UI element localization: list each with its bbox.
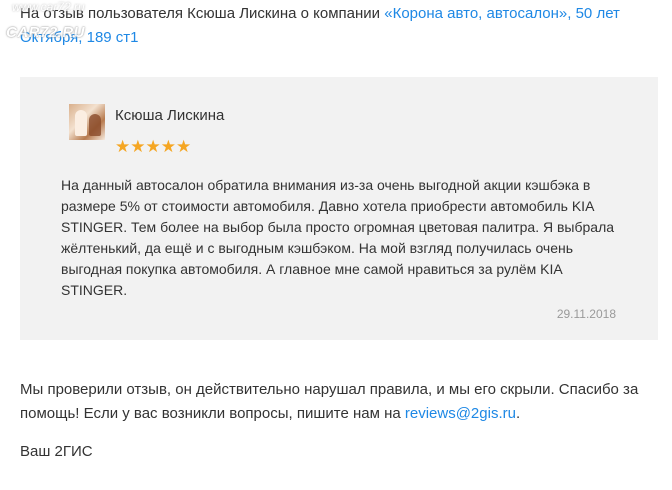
review-date: 29.11.2018 <box>556 307 616 321</box>
review-card: Ксюша Лискина ★★★★★ На данный автосалон … <box>20 77 658 340</box>
moderation-answer: Мы проверили отзыв, он действительно нар… <box>20 378 660 426</box>
support-email-link[interactable]: reviews@2gis.ru <box>405 405 516 422</box>
answer-text: Мы проверили отзыв, он действительно нар… <box>20 381 639 422</box>
intro-text: На отзыв пользователя Ксюша Лискина о ко… <box>20 2 650 50</box>
review-author: Ксюша Лискина <box>115 107 225 124</box>
review-text: На данный автосалон обратила внимания из… <box>61 177 615 298</box>
watermark-url: www.car72.ru <box>12 0 85 14</box>
answer-suffix: . <box>515 405 521 422</box>
signature: Ваш 2ГИС <box>20 443 93 460</box>
rating-stars-icon: ★★★★★ <box>115 137 192 156</box>
avatar <box>69 104 105 140</box>
watermark-logo: CAR72.RU <box>6 24 86 41</box>
